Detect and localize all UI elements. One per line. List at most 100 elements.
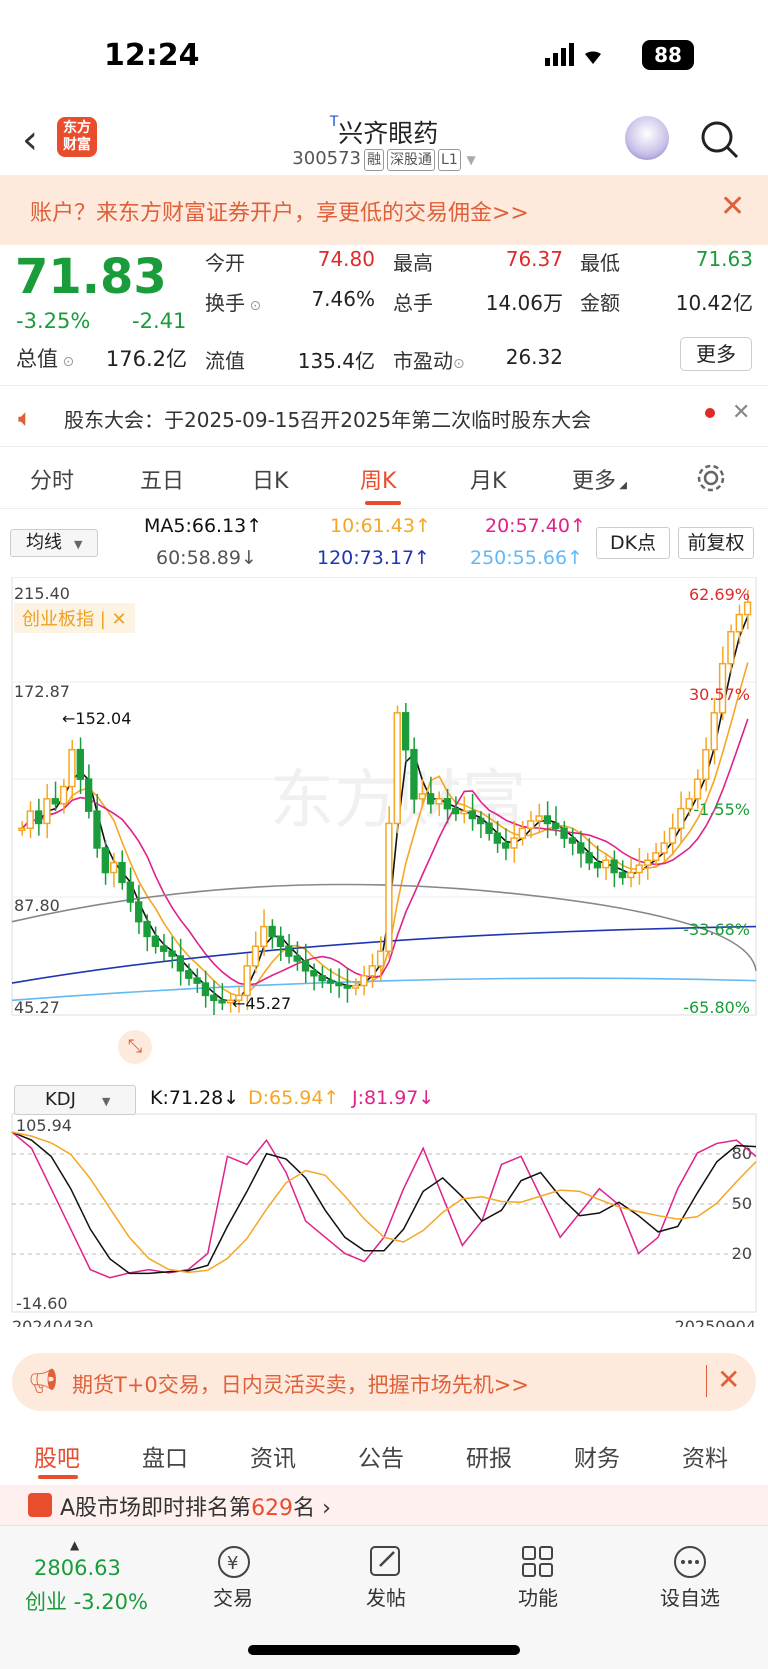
tab-news[interactable]: 资讯 xyxy=(250,1439,296,1473)
candle-down xyxy=(76,748,84,780)
home-indicator xyxy=(248,1645,520,1655)
index-change[interactable]: 创业 -3.20% xyxy=(25,1586,148,1616)
candle-down xyxy=(343,984,351,989)
candle-down xyxy=(485,822,493,834)
y-tick-label: 215.40 xyxy=(14,584,70,603)
tab-research[interactable]: 研报 xyxy=(466,1439,512,1473)
last-price: 71.83 xyxy=(15,249,167,305)
tab-weekly[interactable]: 周K xyxy=(360,463,396,495)
close-icon[interactable]: ✕ xyxy=(717,1363,740,1396)
amount-value: 10.42亿 xyxy=(675,291,753,315)
kdj-bottom-label: -14.60 xyxy=(16,1294,68,1313)
expand-up-icon[interactable]: ▲ xyxy=(70,1538,79,1552)
trade-icon[interactable]: ¥ xyxy=(214,1544,254,1580)
functions-grid-icon[interactable] xyxy=(520,1544,556,1580)
dropdown-icon[interactable]: ▼ xyxy=(466,153,475,167)
candle-up xyxy=(668,827,677,844)
ma-selector[interactable]: 均线 ▼ xyxy=(10,529,98,557)
market-rank-row[interactable]: A股市场即时排名第629名 › xyxy=(0,1485,768,1525)
candle-down xyxy=(502,842,510,849)
candle-down xyxy=(552,822,560,830)
tab-monthly[interactable]: 月K xyxy=(470,463,506,495)
candle-down xyxy=(93,810,101,849)
fullscreen-icon[interactable]: ⤡ xyxy=(118,1030,152,1064)
pe-label-text: 市盈动 xyxy=(393,349,453,373)
settings-gear-icon[interactable] xyxy=(696,463,726,493)
right-pct-label: -65.80% xyxy=(683,998,750,1017)
candle-up xyxy=(251,945,260,967)
nav-post[interactable]: 发帖 xyxy=(336,1582,436,1611)
candle-down xyxy=(585,852,593,864)
status-bar: 12:24 88 xyxy=(0,0,768,110)
nav-functions[interactable]: 功能 xyxy=(488,1582,588,1611)
battery-icon: 88 xyxy=(642,40,694,70)
tab-more[interactable]: 更多 ◢ xyxy=(572,463,627,495)
candle-down xyxy=(560,827,568,839)
announcement-text: 股东大会：于2025-09-15召开2025年第二次临时股东大会 xyxy=(64,408,592,432)
futures-promo-banner[interactable]: 📢︎ 期货T+0交易，日内灵活买卖，把握市场先机>> ✕ xyxy=(12,1353,756,1411)
index-overlay-tag[interactable]: 创业板指 | ✕ xyxy=(14,603,135,633)
search-icon[interactable] xyxy=(700,120,740,160)
tab-intraday[interactable]: 分时 xyxy=(30,463,74,495)
candle-down xyxy=(101,847,109,874)
volume-label: 总手 xyxy=(393,291,433,315)
candle-up xyxy=(660,842,668,854)
candle-down xyxy=(34,810,43,825)
candle-up xyxy=(368,965,376,977)
ma250-value: 250:55.66↑ xyxy=(470,547,583,569)
add-watchlist-icon[interactable] xyxy=(672,1544,708,1580)
tab-daily[interactable]: 日K xyxy=(252,463,288,495)
period-tabs: 分时 五日 日K 周K 月K 更多 ◢ xyxy=(0,447,768,509)
tab-five-day[interactable]: 五日 xyxy=(140,463,184,495)
stock-name-text: 兴齐眼药 xyxy=(338,119,439,148)
more-button[interactable]: 更多 xyxy=(680,337,752,371)
tag-margin: 融 xyxy=(364,149,385,171)
ma5-value: MA5:66.13↑ xyxy=(144,515,263,537)
close-icon[interactable]: ✕ xyxy=(732,400,750,425)
tab-orderbook[interactable]: 盘口 xyxy=(142,1439,188,1473)
tab-forum[interactable]: 股吧 xyxy=(34,1439,80,1473)
close-icon[interactable]: ✕ xyxy=(720,189,745,224)
tab-announcements[interactable]: 公告 xyxy=(358,1439,404,1473)
kline-chart[interactable]: 东方财富 215.40172.8787.8045.2762.69%30.57%-… xyxy=(0,577,768,1327)
nav-trade[interactable]: 交易 xyxy=(183,1582,283,1611)
index-overlay-label: 创业板指 xyxy=(22,609,94,630)
candle-up xyxy=(535,815,543,822)
change-value: -2.41 xyxy=(132,309,187,333)
account-promo-banner[interactable]: 账户？来东方财富证券开户，享更低的交易佣金>> ✕ xyxy=(0,175,768,245)
candle-down xyxy=(318,974,326,982)
index-value[interactable]: 2806.63 xyxy=(34,1556,121,1580)
indicator-selector[interactable]: KDJ ▼ xyxy=(14,1085,136,1115)
right-pct-label: -33.68% xyxy=(683,920,750,939)
adjust-mode-button[interactable]: 前复权 xyxy=(678,527,754,559)
post-edit-icon[interactable] xyxy=(368,1544,404,1580)
assistant-robot-icon[interactable] xyxy=(625,116,669,160)
candle-down xyxy=(84,778,93,812)
high-value: 76.37 xyxy=(505,247,563,271)
ma-selector-label: 均线 xyxy=(26,532,62,553)
candle-down xyxy=(426,793,435,805)
candle-up xyxy=(727,631,735,665)
announcement-bar[interactable]: 🔈︎ 股东大会：于2025-09-15召开2025年第二次临时股东大会 ✕ xyxy=(0,385,768,447)
float-value-label: 流值 xyxy=(205,349,245,373)
nav-add-watchlist[interactable]: 设自选 xyxy=(640,1582,740,1611)
candle-down xyxy=(543,815,552,825)
tab-profile[interactable]: 资料 xyxy=(682,1439,728,1473)
tab-finance[interactable]: 财务 xyxy=(574,1439,620,1473)
candle-up xyxy=(460,810,468,815)
right-pct-label: 30.57% xyxy=(689,685,750,704)
ma60-value: 60:58.89↓ xyxy=(156,547,257,569)
kdj-indicator: 105.94-14.6080502020240430 20250904 xyxy=(11,1113,757,1327)
signal-wifi-icon xyxy=(545,43,601,66)
x-start-label: 20240430 xyxy=(12,1317,93,1327)
x-end-label: 20250904 xyxy=(675,1317,756,1327)
candle-up xyxy=(635,864,643,874)
candle-up xyxy=(393,712,401,825)
dk-point-button[interactable]: DK点 xyxy=(596,527,670,559)
unread-dot xyxy=(705,408,715,418)
ma10-value: 10:61.43↑ xyxy=(330,515,431,537)
rank-icon xyxy=(28,1493,52,1517)
y-tick-label: 172.87 xyxy=(14,682,70,701)
candle-down xyxy=(193,977,201,984)
candle-up xyxy=(743,601,752,616)
